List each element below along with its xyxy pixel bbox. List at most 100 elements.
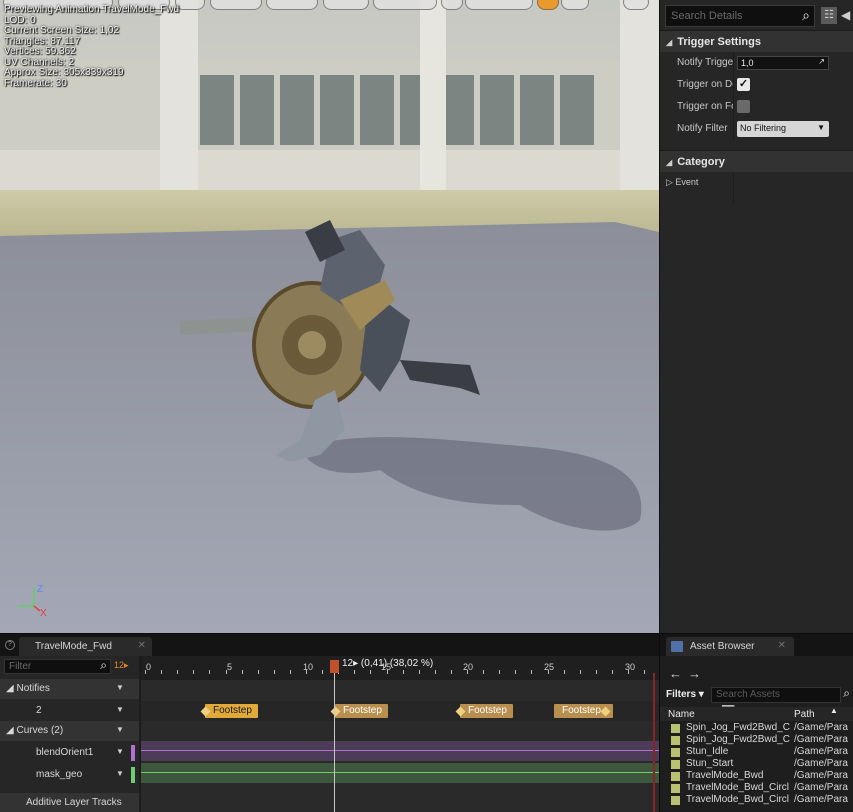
notify-footstep[interactable]: Footstep <box>460 704 513 718</box>
ruler-tick <box>579 670 581 674</box>
asset-path: /Game/Para <box>794 782 848 793</box>
notify-footstep[interactable]: Footstep <box>335 704 388 718</box>
ruler-tick <box>370 670 372 674</box>
filters-button[interactable]: Filters ▾ <box>666 689 704 700</box>
property-event[interactable]: ▷ Event <box>660 173 853 203</box>
viewport-lod-button[interactable] <box>323 0 369 10</box>
track-notifies[interactable]: ◢ Notifies ▼ <box>0 679 139 699</box>
notify-filter-dropdown[interactable]: No Filtering ▼ <box>737 121 829 137</box>
dropdown-value: No Filtering <box>740 123 787 133</box>
trigger-on-follower-checkbox[interactable] <box>737 100 750 113</box>
property-trigger-on-follower: Trigger on Fc <box>660 96 853 118</box>
property-trigger-on-dedicated-server: Trigger on De ✓ <box>660 74 853 96</box>
property-label: Notify Trigge <box>677 57 733 68</box>
asset-list-item[interactable]: TravelMode_Bwd_Circl/Game/Para <box>660 794 853 806</box>
asset-list-item[interactable]: Stun_Idle/Game/Para <box>660 746 853 758</box>
stat-line: Previewing Animation TravelMode_Fwd <box>4 4 180 15</box>
asset-search-input[interactable]: Search Assets ⌕ <box>711 686 850 703</box>
column-divider <box>733 52 734 74</box>
chevron-down-icon[interactable]: ▼ <box>116 683 124 692</box>
details-search-input[interactable]: Search Details ⌕ <box>665 5 815 27</box>
property-label: Trigger on De <box>677 79 733 90</box>
viewport-snap-button[interactable] <box>441 0 463 10</box>
track-curve-mask-geo[interactable]: mask_geo ▼ <box>0 765 139 785</box>
viewport-grid-button[interactable] <box>465 0 533 10</box>
viewport-camera-button[interactable] <box>561 0 589 10</box>
ruler-tick <box>354 670 356 674</box>
current-frame-badge: 12▸ <box>114 660 129 670</box>
tab-asset-browser[interactable]: Asset Browser ✕ <box>666 637 794 656</box>
view-options-icon[interactable]: ☷ <box>821 7 837 24</box>
tab-travelmode-fwd[interactable]: TravelMode_Fwd ✕ <box>19 637 152 656</box>
input-value: 1,0 <box>741 58 754 68</box>
close-icon[interactable]: ✕ <box>138 640 146 651</box>
asset-name: TravelMode_Bwd_Circl <box>686 794 789 805</box>
chevron-down-icon[interactable]: ▼ <box>116 769 124 778</box>
column-path[interactable]: Path <box>794 709 815 720</box>
axis-z-label: Z <box>37 584 43 595</box>
asset-list-item[interactable]: Stun_Start/Game/Para <box>660 758 853 770</box>
ruler-tick <box>177 670 179 674</box>
sequence-timeline-panel: ? TravelMode_Fwd ✕ Filter ⌕ 12▸ ◢ Notifi… <box>0 633 659 812</box>
timeline-track-area[interactable]: 0 5 10 15 20 25 30 Footstep Footstep Foo… <box>141 656 659 812</box>
column-name[interactable]: Name <box>668 709 695 720</box>
ruler-label: 10 <box>303 662 314 672</box>
asset-list-item[interactable]: TravelMode_Bwd/Game/Para <box>660 770 853 782</box>
asset-list-item[interactable]: Spin_Jog_Fwd2Bwd_C/Game/Para <box>660 734 853 746</box>
viewport-character-button[interactable] <box>266 0 318 10</box>
track-notify-lane-2[interactable]: 2 ▼ <box>0 701 139 721</box>
tab-label: Asset Browser <box>690 641 755 652</box>
search-icon: ⌕ <box>802 7 810 23</box>
asset-list-item[interactable]: Spin_Jog_Fwd2Bwd_C/Game/Para <box>660 722 853 734</box>
ruler-tick <box>306 670 307 674</box>
track-additive-layer[interactable]: Additive Layer Tracks <box>0 793 139 812</box>
viewport-scene: Z X <box>0 0 659 633</box>
history-nav: ←→ <box>669 666 707 681</box>
spinner-arrow-icon[interactable]: ↗ <box>818 57 825 66</box>
trigger-on-dedicated-server-checkbox[interactable]: ✓ <box>737 78 750 91</box>
forward-arrow-icon[interactable]: → <box>688 666 707 681</box>
track-curves[interactable]: ◢ Curves (2) ▼ <box>0 721 139 741</box>
chevron-down-icon[interactable]: ▼ <box>116 705 124 714</box>
curve-lane-blendorient1[interactable] <box>141 741 659 761</box>
timeline-tab-bar: ? TravelMode_Fwd ✕ <box>0 634 659 656</box>
chevron-down-icon: ▼ <box>817 123 825 132</box>
asset-path: /Game/Para <box>794 770 848 781</box>
asset-list-item[interactable]: TravelMode_Bwd_Circl/Game/Para <box>660 782 853 794</box>
notify-label: Footstep <box>562 705 601 716</box>
asset-name: Spin_Jog_Fwd2Bwd_C <box>686 722 790 733</box>
chevron-down-icon[interactable]: ▼ <box>116 725 124 734</box>
chevron-down-icon[interactable]: ▼ <box>116 747 124 756</box>
animation-viewport[interactable]: Z X Previewing Animation TravelMode_Fwd … <box>0 0 659 633</box>
curve-line <box>141 750 659 751</box>
category-category[interactable]: ◢ Category <box>660 150 853 172</box>
filters-label: Filters <box>666 689 697 700</box>
collapse-arrow-icon: ◢ <box>6 683 17 694</box>
notify-trigger-chance-input[interactable]: 1,0 ↗ <box>737 56 829 70</box>
track-label: Additive Layer Tracks <box>26 797 122 808</box>
ruler-tick <box>322 670 324 674</box>
notify-footstep[interactable]: Footstep <box>205 704 258 718</box>
viewport-show-button[interactable] <box>175 0 205 10</box>
filter-placeholder: Filter <box>9 661 32 672</box>
chevron-down-icon: ▾ <box>698 689 704 700</box>
ruler-tick <box>547 670 549 674</box>
help-icon[interactable]: ? <box>5 640 15 650</box>
search-icon: ⌕ <box>843 686 850 700</box>
close-icon[interactable]: ✕ <box>778 640 786 651</box>
track-curve-blendorient1[interactable]: blendOrient1 ▼ <box>0 743 139 763</box>
curve-lane-mask-geo[interactable] <box>141 763 659 783</box>
animation-asset-icon <box>671 784 680 793</box>
viewport-lighting-button[interactable] <box>210 0 262 10</box>
curve-color-swatch <box>131 767 135 783</box>
scrub-handle[interactable] <box>330 660 339 673</box>
eye-icon[interactable]: ◀ <box>841 8 853 23</box>
viewport-maximize-button[interactable] <box>623 0 649 10</box>
track-filter-input[interactable]: Filter ⌕ <box>4 658 111 674</box>
category-trigger-settings[interactable]: ◢ Trigger Settings <box>660 30 853 52</box>
back-arrow-icon[interactable]: ← <box>669 666 688 681</box>
scrub-line <box>334 673 335 812</box>
viewport-camera-speed-button[interactable] <box>537 0 559 10</box>
viewport-stats-overlay: Previewing Animation TravelMode_Fwd LOD:… <box>4 4 180 89</box>
viewport-transform-button[interactable] <box>373 0 437 10</box>
